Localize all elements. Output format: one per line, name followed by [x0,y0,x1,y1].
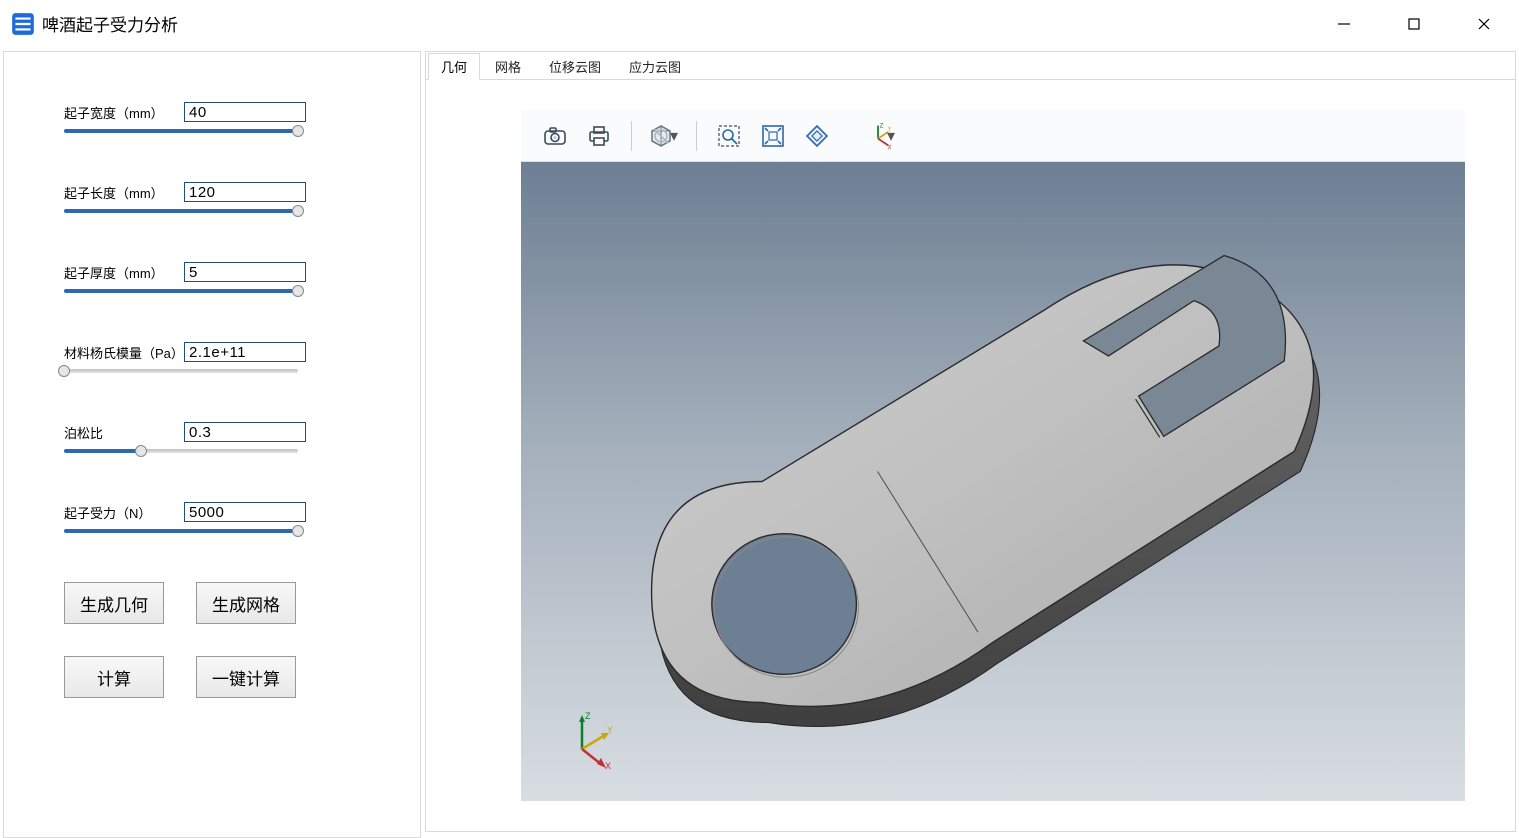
width-slider[interactable] [64,124,298,138]
svg-text:Z: Z [585,711,591,721]
close-button[interactable] [1449,0,1519,48]
window-controls [1309,0,1519,48]
tab-displacement[interactable]: 位移云图 [536,53,614,80]
view-panel: 几何 网格 位移云图 应力云图 ▾ [425,51,1516,832]
window-title: 啤酒起子受力分析 [42,11,178,36]
generate-geometry-button[interactable]: 生成几何 [64,582,164,624]
poisson-slider[interactable] [64,444,298,458]
camera-icon[interactable] [535,116,575,156]
param-label: 起子宽度（mm） [64,103,184,122]
bottle-opener-model [521,162,1465,801]
one-click-calc-button[interactable]: 一键计算 [196,656,296,698]
param-label: 材料杨氏模量（Pa） [64,343,184,362]
youngs-slider[interactable] [64,364,298,378]
maximize-button[interactable] [1379,0,1449,48]
param-label: 起子长度（mm） [64,183,184,202]
length-input[interactable] [184,182,306,202]
reset-view-icon[interactable] [797,116,837,156]
chevron-down-icon: ▾ [670,126,680,146]
3d-viewport[interactable]: Z Y X [521,162,1465,801]
zoom-box-icon[interactable] [709,116,749,156]
tab-mesh[interactable]: 网格 [482,53,534,80]
parameter-panel: 起子宽度（mm） 起子长度（mm） 起子厚度（mm） [3,51,421,838]
tab-stress[interactable]: 应力云图 [616,53,694,80]
youngs-input[interactable] [184,342,306,362]
thickness-input[interactable] [184,262,306,282]
param-poisson: 泊松比 [64,422,360,458]
length-slider[interactable] [64,204,298,218]
svg-text:X: X [605,761,611,771]
param-length: 起子长度（mm） [64,182,360,218]
param-label: 起子厚度（mm） [64,263,184,282]
view-triad-icon: Z Y X [557,711,617,771]
tab-geometry[interactable]: 几何 [428,53,480,80]
app-icon [10,11,36,37]
param-thickness: 起子厚度（mm） [64,262,360,298]
generate-mesh-button[interactable]: 生成网格 [196,582,296,624]
param-label: 泊松比 [64,423,184,442]
render-mode-icon[interactable]: ▾ [644,116,684,156]
force-slider[interactable] [64,524,298,538]
viewer-frame: ▾ [521,110,1465,801]
width-input[interactable] [184,102,306,122]
print-icon[interactable] [579,116,619,156]
poisson-input[interactable] [184,422,306,442]
param-force: 起子受力（N） [64,502,360,538]
calculate-button[interactable]: 计算 [64,656,164,698]
param-width: 起子宽度（mm） [64,102,360,138]
param-youngs-modulus: 材料杨氏模量（Pa） [64,342,360,378]
param-label: 起子受力（N） [64,503,184,522]
thickness-slider[interactable] [64,284,298,298]
force-input[interactable] [184,502,306,522]
titlebar: 啤酒起子受力分析 [0,0,1519,48]
svg-text:Z: Z [880,123,884,129]
viewer-toolbar: ▾ [521,110,1465,162]
minimize-button[interactable] [1309,0,1379,48]
chevron-down-icon: ▾ [887,126,897,146]
svg-text:Y: Y [607,725,613,735]
fit-view-icon[interactable] [753,116,793,156]
axes-selector-icon[interactable]: Z Y X ▾ [861,116,901,156]
view-tabs: 几何 网格 位移云图 应力云图 [426,52,1515,80]
